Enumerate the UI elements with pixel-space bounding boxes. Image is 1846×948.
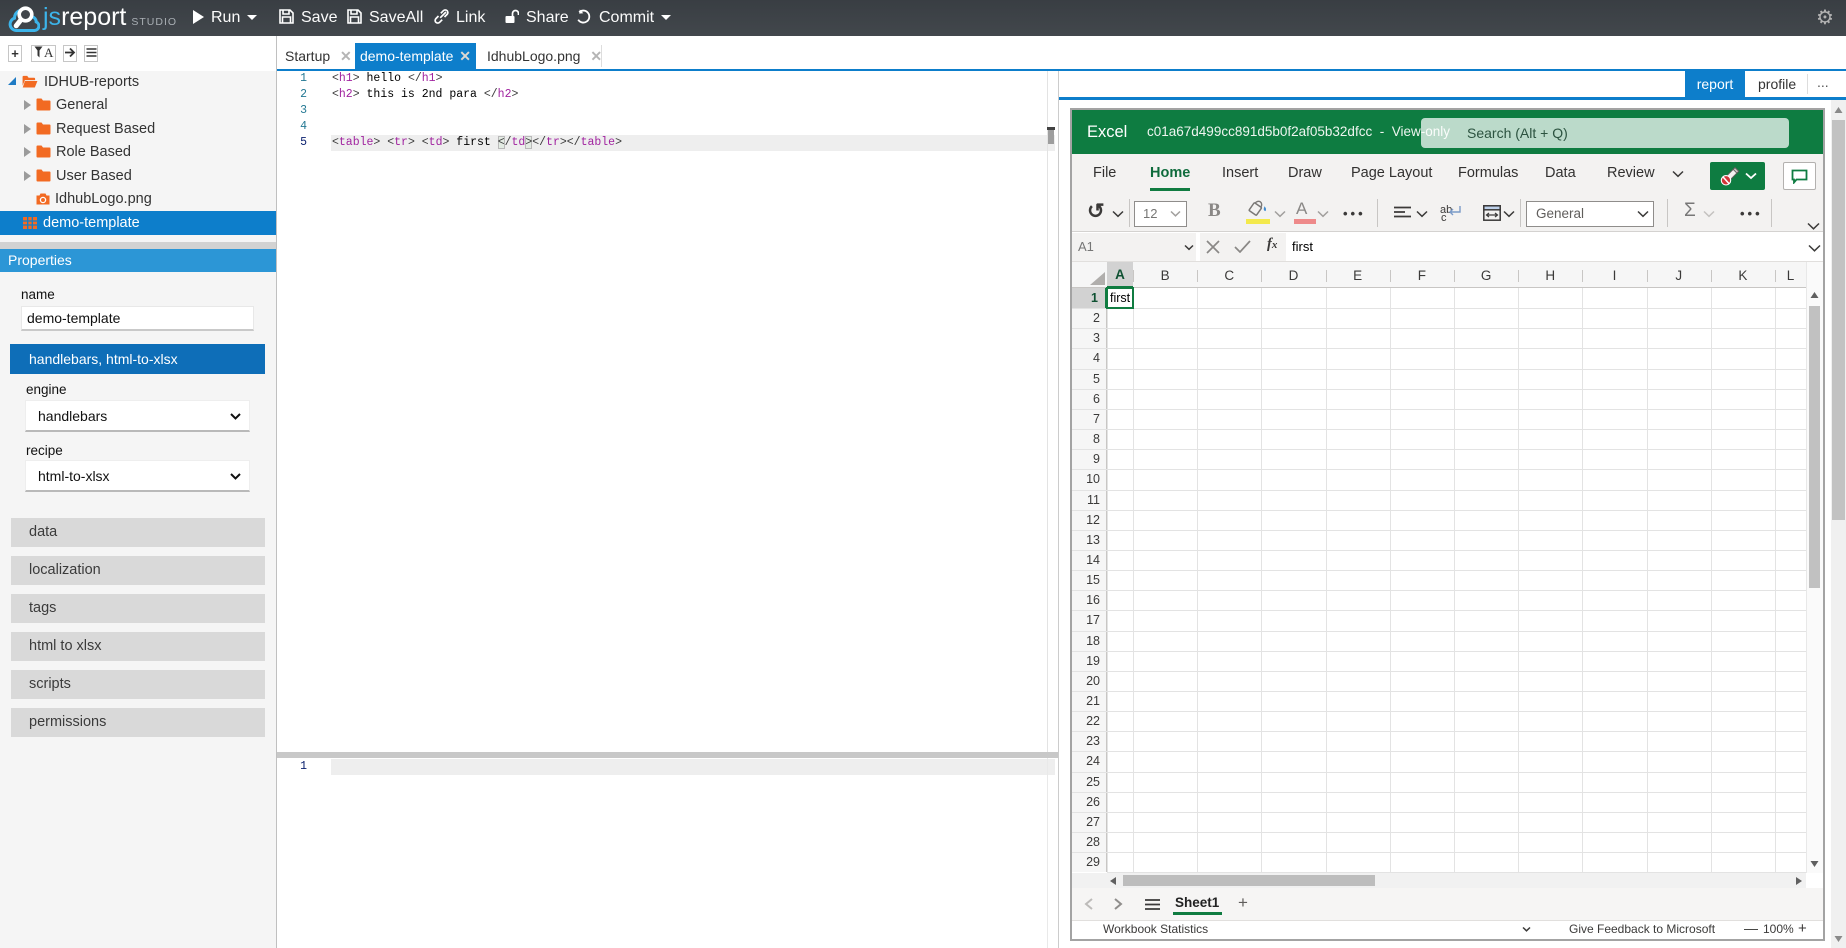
svg-text:A: A [44, 46, 54, 58]
svg-text:c: c [1441, 212, 1447, 221]
